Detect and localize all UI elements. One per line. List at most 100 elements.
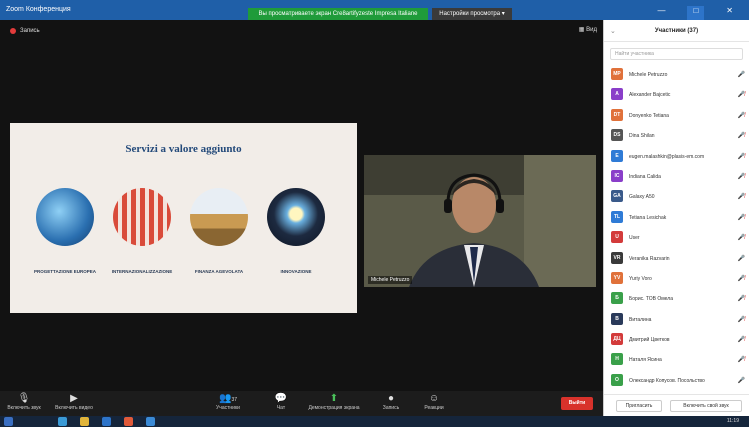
participant-row[interactable]: YV Yuriy Voro 🎤̸	[604, 268, 749, 288]
mute-button[interactable]: 🎙 Включить звук	[4, 393, 44, 411]
participant-row[interactable]: ДЦ Дмитрий Цветков 🎤̸	[604, 329, 749, 349]
mic-status-icon[interactable]: 🎤̸	[738, 295, 745, 302]
mic-status-icon[interactable]: 🎤	[738, 377, 745, 384]
share-screen-button[interactable]: ⬆ Демонстрация экрана	[304, 393, 364, 411]
system-clock: 11:19	[726, 418, 739, 424]
window-controls: — □ ✕	[629, 6, 749, 20]
participant-name: Олександр Копусов. Посольство	[629, 377, 705, 384]
participant-row[interactable]: TL Tetiana Lesichak 🎤̸	[604, 207, 749, 227]
participant-name: Alexander Bajcetic	[629, 92, 671, 99]
mic-status-icon[interactable]: 🎤̸	[738, 316, 745, 323]
avatar: E	[611, 149, 623, 162]
service-label: INNOVAZIONE	[280, 269, 312, 274]
avatar: Н	[611, 353, 623, 366]
participant-name: Дмитрий Цветков	[629, 337, 670, 344]
participant-row[interactable]: DT Donyenko Tetiana 🎤̸	[604, 105, 749, 125]
participant-name: Dina Shilan	[629, 133, 655, 140]
participant-name: User	[629, 235, 640, 242]
mic-status-icon[interactable]: 🎤̸	[738, 91, 745, 98]
service-label: PROGETTAZIONE EUROPEA	[34, 269, 96, 274]
mic-status-icon[interactable]: 🎤̸	[738, 112, 745, 119]
participants-button[interactable]: 👥37 Участники	[208, 393, 248, 411]
avatar: YV	[611, 271, 623, 284]
globe-image	[36, 188, 94, 246]
avatar: IC	[611, 169, 623, 182]
participant-row[interactable]: О Олександр Копусов. Посольство 🎤	[604, 370, 749, 390]
participant-row[interactable]: GA Galaxy A50 🎤̸	[604, 186, 749, 206]
start-icon[interactable]	[4, 417, 13, 426]
slide-title: Servizi a valore aggiunto	[125, 143, 242, 155]
participant-list: MP Michele Petruzzo 🎤 A Alexander Bajcetic 🎤̸…	[604, 64, 749, 390]
participant-search-input[interactable]: Найти участника	[610, 48, 743, 60]
participant-row[interactable]: DS Dina Shilan 🎤̸	[604, 125, 749, 145]
participant-name: Yuriy Voro	[629, 275, 652, 282]
avatar: DT	[611, 108, 623, 121]
participant-name: Наталя Ясина	[629, 357, 662, 364]
mic-status-icon[interactable]: 🎤̸	[738, 132, 745, 139]
chrome-icon[interactable]	[124, 417, 133, 426]
participant-name: eugen.malashkin@plasis-em.com	[629, 153, 705, 160]
edge-icon[interactable]	[58, 417, 67, 426]
avatar: DS	[611, 129, 623, 142]
video-name-tag: Michele Petruzzo	[368, 276, 413, 284]
reactions-button[interactable]: ☺ Реакции	[416, 393, 452, 411]
mic-status-icon[interactable]: 🎤	[738, 71, 745, 78]
participants-panel: ⌄ Участники (37) Найти участника MP Miche…	[603, 20, 749, 416]
participant-row[interactable]: IC Indiana Calida 🎤̸	[604, 166, 749, 186]
camera-icon: ▶	[70, 393, 78, 404]
lightbulb-image	[267, 188, 325, 246]
maximize-button[interactable]: □	[687, 6, 705, 20]
record-button[interactable]: ● Запись	[374, 393, 408, 411]
close-button[interactable]: ✕	[726, 6, 733, 20]
chat-button[interactable]: 💬 Чат	[266, 393, 296, 411]
screen-share-banner: Вы просматриваете экран Cre8artifyzeste …	[248, 8, 428, 20]
minimize-button[interactable]: —	[657, 6, 665, 20]
service-progettazione: PROGETTAZIONE EUROPEA	[30, 188, 100, 275]
mic-status-icon[interactable]: 🎤̸	[738, 336, 745, 343]
mic-status-icon[interactable]: 🎤̸	[738, 275, 745, 282]
avatar: В	[611, 312, 623, 325]
participant-row[interactable]: Н Наталя Ясина 🎤̸	[604, 349, 749, 369]
participant-row[interactable]: Б Борис. ТОВ Омела 🎤̸	[604, 288, 749, 308]
panel-header: ⌄ Участники (37)	[604, 20, 749, 42]
mail-icon[interactable]	[102, 417, 111, 426]
mic-status-icon[interactable]: 🎤̸	[738, 153, 745, 160]
bar-graph-image	[113, 188, 171, 246]
avatar: A	[611, 88, 623, 101]
record-dot-icon	[10, 28, 16, 34]
meeting-toolbar: 🎙 Включить звук ▶ Включить видео 👥37 Уча…	[0, 391, 603, 416]
participant-name: Veranika Razvarin	[629, 255, 670, 262]
invite-button[interactable]: Пригласить	[616, 400, 662, 412]
window-title: Zoom Конференция	[6, 6, 71, 13]
mic-status-icon[interactable]: 🎤̸	[738, 234, 745, 241]
avatar: MP	[611, 68, 623, 80]
mic-status-icon[interactable]: 🎤̸	[738, 193, 745, 200]
leave-button[interactable]: Выйти	[561, 397, 593, 410]
meeting-area: Запись ▦ Вид Servizi a valore aggiunto P…	[0, 20, 603, 391]
zoom-icon[interactable]	[146, 417, 155, 426]
view-options-button[interactable]: Настройки просмотра ▾	[432, 8, 512, 20]
service-innovazione: INNOVAZIONE	[261, 188, 331, 275]
mic-status-icon[interactable]: 🎤̸	[738, 356, 745, 363]
participant-name: Donyenko Tetiana	[629, 112, 669, 119]
recording-indicator[interactable]: Запись	[10, 28, 40, 34]
mic-status-icon[interactable]: 🎤̸	[738, 214, 745, 221]
avatar: TL	[611, 210, 623, 223]
record-icon: ●	[387, 393, 395, 404]
participant-row[interactable]: VR Veranika Razvarin 🎤	[604, 248, 749, 268]
service-label: FINANZA AGEVOLATA	[194, 269, 244, 274]
participant-row[interactable]: Eeugen.malashkin@plasis-em.com 🎤̸	[604, 146, 749, 166]
participants-icon: 👥37	[218, 393, 237, 404]
participant-row[interactable]: MP Michele Petruzzo 🎤	[604, 64, 749, 84]
participant-row[interactable]: A Alexander Bajcetic 🎤̸	[604, 84, 749, 104]
unmute-self-button[interactable]: Включить свой звук	[670, 400, 742, 412]
participant-row[interactable]: U User 🎤̸	[604, 227, 749, 247]
view-toggle-button[interactable]: ▦ Вид	[579, 26, 597, 33]
shared-slide: Servizi a valore aggiunto PROGETTAZIONE …	[10, 123, 357, 313]
video-button[interactable]: ▶ Включить видео	[50, 393, 98, 411]
participant-row[interactable]: В Виталина 🎤̸	[604, 309, 749, 329]
folder-icon[interactable]	[80, 417, 89, 426]
panel-title: Участники (37)	[654, 28, 699, 34]
mic-status-icon[interactable]: 🎤	[738, 255, 745, 262]
mic-status-icon[interactable]: 🎤̸	[738, 173, 745, 180]
